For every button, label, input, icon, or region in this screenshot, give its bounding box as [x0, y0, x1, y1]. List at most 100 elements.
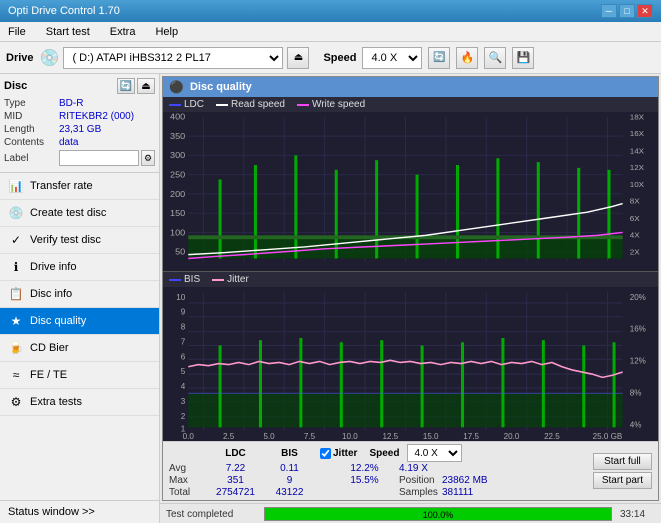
ldc-header: LDC — [208, 448, 263, 459]
svg-text:17.5: 17.5 — [463, 431, 479, 441]
minimize-button[interactable]: ─ — [601, 4, 617, 18]
quality-header: ⚫ Disc quality — [163, 77, 658, 97]
speed-select[interactable]: 4.0 X 2.0 X 6.0 X — [362, 47, 422, 69]
start-full-button[interactable]: Start full — [593, 453, 652, 470]
sidebar-item-extra-tests[interactable]: ⚙ Extra tests — [0, 389, 159, 416]
menu-file[interactable]: File — [4, 25, 30, 39]
ldc-max: 351 — [208, 475, 263, 486]
sidebar-item-verify-test-disc[interactable]: ✓ Verify test disc — [0, 227, 159, 254]
type-key: Type — [4, 98, 59, 109]
svg-text:25.0 GB: 25.0 GB — [593, 431, 623, 441]
maximize-button[interactable]: □ — [619, 4, 635, 18]
svg-text:2X: 2X — [630, 248, 641, 257]
length-val: 23,31 GB — [59, 124, 155, 135]
time-display: 33:14 — [620, 509, 655, 520]
label-input[interactable] — [59, 150, 139, 166]
mid-key: MID — [4, 111, 59, 122]
quality-panel: ⚫ Disc quality LDC Read speed — [162, 76, 659, 501]
sidebar-label-extra-tests: Extra tests — [30, 396, 82, 408]
speed-col-header: Speed — [369, 448, 399, 459]
refresh-button[interactable]: 🔄 — [428, 47, 450, 69]
svg-text:10.0: 10.0 — [342, 431, 358, 441]
svg-text:2.5: 2.5 — [223, 431, 235, 441]
svg-text:4%: 4% — [630, 419, 642, 429]
label-edit-btn[interactable]: ⚙ — [141, 150, 155, 166]
svg-text:10X: 10X — [630, 180, 645, 189]
svg-text:22.5: 22.5 — [544, 431, 560, 441]
main-layout: Disc 🔄 ⏏ Type BD-R MID RITEKBR2 (000) Le… — [0, 74, 661, 523]
svg-text:4: 4 — [181, 381, 186, 391]
speed-val-display: 4.19 X — [399, 463, 428, 474]
svg-text:12X: 12X — [630, 163, 645, 172]
sidebar-item-drive-info[interactable]: ℹ Drive info — [0, 254, 159, 281]
sidebar-item-cd-bier[interactable]: 🍺 CD Bier — [0, 335, 159, 362]
title-bar: Opti Drive Control 1.70 ─ □ ✕ — [0, 0, 661, 22]
sidebar-item-fe-te[interactable]: ≈ FE / TE — [0, 362, 159, 389]
drive-info-icon: ℹ — [8, 259, 24, 275]
toolbar: Drive 💿 ( D:) ATAPI iHBS312 2 PL17 ⏏ Spe… — [0, 42, 661, 74]
sidebar-item-disc-info[interactable]: 📋 Disc info — [0, 281, 159, 308]
status-window[interactable]: Status window >> — [0, 500, 159, 523]
length-key: Length — [4, 124, 59, 135]
disc-info-icon: 📋 — [8, 286, 24, 302]
menu-start-test[interactable]: Start test — [42, 25, 94, 39]
svg-text:4X: 4X — [630, 230, 641, 239]
total-row: Total 2754721 43122 Samples 381111 — [169, 487, 585, 498]
quality-header-icon: ⚫ — [169, 80, 184, 94]
disc-panel: Disc 🔄 ⏏ Type BD-R MID RITEKBR2 (000) Le… — [0, 74, 159, 173]
stats-bar: LDC BIS Jitter Speed 4.0 X — [163, 441, 658, 500]
jitter-avg: 12.2% — [342, 463, 387, 474]
svg-text:20.0: 20.0 — [504, 431, 520, 441]
speed-result-dropdown[interactable]: 4.0 X — [407, 444, 462, 462]
sidebar-label-verify-test-disc: Verify test disc — [30, 234, 101, 246]
sidebar: Disc 🔄 ⏏ Type BD-R MID RITEKBR2 (000) Le… — [0, 74, 160, 523]
svg-text:10: 10 — [176, 292, 185, 302]
sidebar-item-transfer-rate[interactable]: 📊 Transfer rate — [0, 173, 159, 200]
bis-avg: 0.11 — [267, 463, 312, 474]
svg-text:8X: 8X — [630, 197, 641, 206]
sidebar-label-cd-bier: CD Bier — [30, 342, 69, 354]
svg-text:2: 2 — [181, 411, 186, 421]
status-window-label: Status window >> — [8, 506, 95, 518]
status-text: Test completed — [166, 509, 256, 520]
eject-button[interactable]: ⏏ — [287, 47, 309, 69]
drive-select[interactable]: ( D:) ATAPI iHBS312 2 PL17 — [63, 47, 283, 69]
sidebar-item-create-test-disc[interactable]: 💿 Create test disc — [0, 200, 159, 227]
disc-refresh-btn[interactable]: 🔄 — [117, 78, 135, 94]
speed-label: Speed — [323, 52, 356, 64]
avg-row: Avg 7.22 0.11 12.2% 4.19 X — [169, 463, 585, 474]
jitter-legend: Jitter — [227, 274, 249, 285]
window-controls: ─ □ ✕ — [601, 4, 653, 18]
sidebar-item-disc-quality[interactable]: ★ Disc quality — [0, 308, 159, 335]
menu-extra[interactable]: Extra — [106, 25, 140, 39]
start-part-button[interactable]: Start part — [593, 472, 652, 489]
bottom-chart-legend: BIS Jitter — [163, 272, 658, 287]
svg-text:3: 3 — [181, 396, 186, 406]
close-button[interactable]: ✕ — [637, 4, 653, 18]
svg-text:5: 5 — [181, 366, 186, 376]
start-buttons: Start full Start part — [593, 453, 652, 489]
svg-text:50: 50 — [175, 247, 185, 257]
save-button[interactable]: 💾 — [512, 47, 534, 69]
menu-help[interactable]: Help — [151, 25, 182, 39]
svg-text:300: 300 — [170, 150, 185, 160]
mid-val: RITEKBR2 (000) — [59, 111, 155, 122]
bis-max: 9 — [267, 475, 312, 486]
verify-test-disc-icon: ✓ — [8, 232, 24, 248]
svg-text:16X: 16X — [630, 129, 645, 138]
max-label: Max — [169, 475, 204, 486]
bis-legend: BIS — [184, 274, 200, 285]
svg-text:0.0: 0.0 — [183, 431, 195, 441]
bottom-chart-svg: 10 9 8 7 6 5 4 3 2 1 20% 16% 12% — [163, 287, 658, 441]
disc-eject-btn[interactable]: ⏏ — [137, 78, 155, 94]
sidebar-label-transfer-rate: Transfer rate — [30, 180, 93, 192]
cd-bier-icon: 🍺 — [8, 340, 24, 356]
bottom-chart: 10 9 8 7 6 5 4 3 2 1 20% 16% 12% — [163, 287, 658, 441]
svg-text:6X: 6X — [630, 214, 641, 223]
check-button[interactable]: 🔍 — [484, 47, 506, 69]
jitter-checkbox[interactable] — [320, 448, 331, 459]
burn-button[interactable]: 🔥 — [456, 47, 478, 69]
write-speed-legend: Write speed — [312, 99, 365, 110]
svg-text:100: 100 — [170, 228, 185, 238]
bis-header: BIS — [267, 448, 312, 459]
